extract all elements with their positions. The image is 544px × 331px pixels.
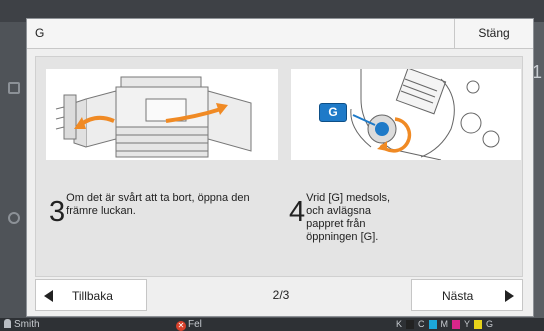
step-4: 4 Vrid [G] medsols, och avlägsna pappret… (289, 192, 402, 244)
step-text: Om det är svårt att ta bort, öppna den f… (66, 192, 250, 217)
status-bar: Smith ✕ Fel K C M Y G (0, 318, 544, 331)
dialog-footer: Tillbaka 2/3 Nästa (35, 279, 523, 313)
help-dialog: G Stäng G 3 Om det är svårt att ta bort,… (26, 18, 534, 317)
toner-label-c: C (418, 319, 425, 329)
step-3: 3 Om det är svårt att ta bort, öppna den… (49, 192, 266, 228)
status-user-name: Smith (14, 319, 40, 330)
toner-bar-k (406, 320, 415, 329)
toner-label-g: G (486, 319, 494, 329)
back-button[interactable]: Tillbaka (35, 279, 147, 311)
status-user: Smith (4, 318, 40, 331)
steps-panel: G 3 Om det är svårt att ta bort, öppna d… (35, 56, 523, 277)
step-text: Vrid [G] medsols, och avlägsna pappret f… (306, 192, 391, 243)
toner-bar-c (428, 320, 437, 329)
status-error: ✕ Fel (176, 318, 202, 331)
grid-icon (8, 212, 20, 224)
dialog-header: G Stäng (27, 19, 533, 49)
printer-open-doors-illustration (46, 69, 278, 160)
error-icon: ✕ (176, 321, 186, 331)
page-indicator: 2/3 (272, 288, 290, 302)
next-button-label: Nästa (442, 289, 474, 303)
next-button[interactable]: Nästa (411, 279, 523, 311)
dialog-title: G (35, 26, 45, 40)
g-badge: G (319, 103, 347, 122)
toner-bar-y (474, 320, 483, 329)
g-badge-label: G (328, 105, 338, 119)
status-error-label: Fel (188, 319, 202, 330)
back-button-label: Tillbaka (72, 289, 113, 303)
toner-levels: K C M Y G (396, 318, 493, 331)
knob-g-rotate-illustration: G (291, 69, 521, 160)
toner-label-k: K (396, 319, 403, 329)
toner-label-y: Y (464, 319, 471, 329)
close-button[interactable]: Stäng (454, 19, 533, 48)
user-icon (4, 319, 11, 328)
step-number: 3 (49, 196, 66, 228)
menu-icon (8, 82, 20, 94)
arrow-right-icon (505, 290, 514, 302)
toner-label-m: M (440, 319, 449, 329)
step-number: 4 (289, 196, 306, 228)
arrow-left-icon (44, 290, 53, 302)
toner-bar-m (452, 320, 461, 329)
